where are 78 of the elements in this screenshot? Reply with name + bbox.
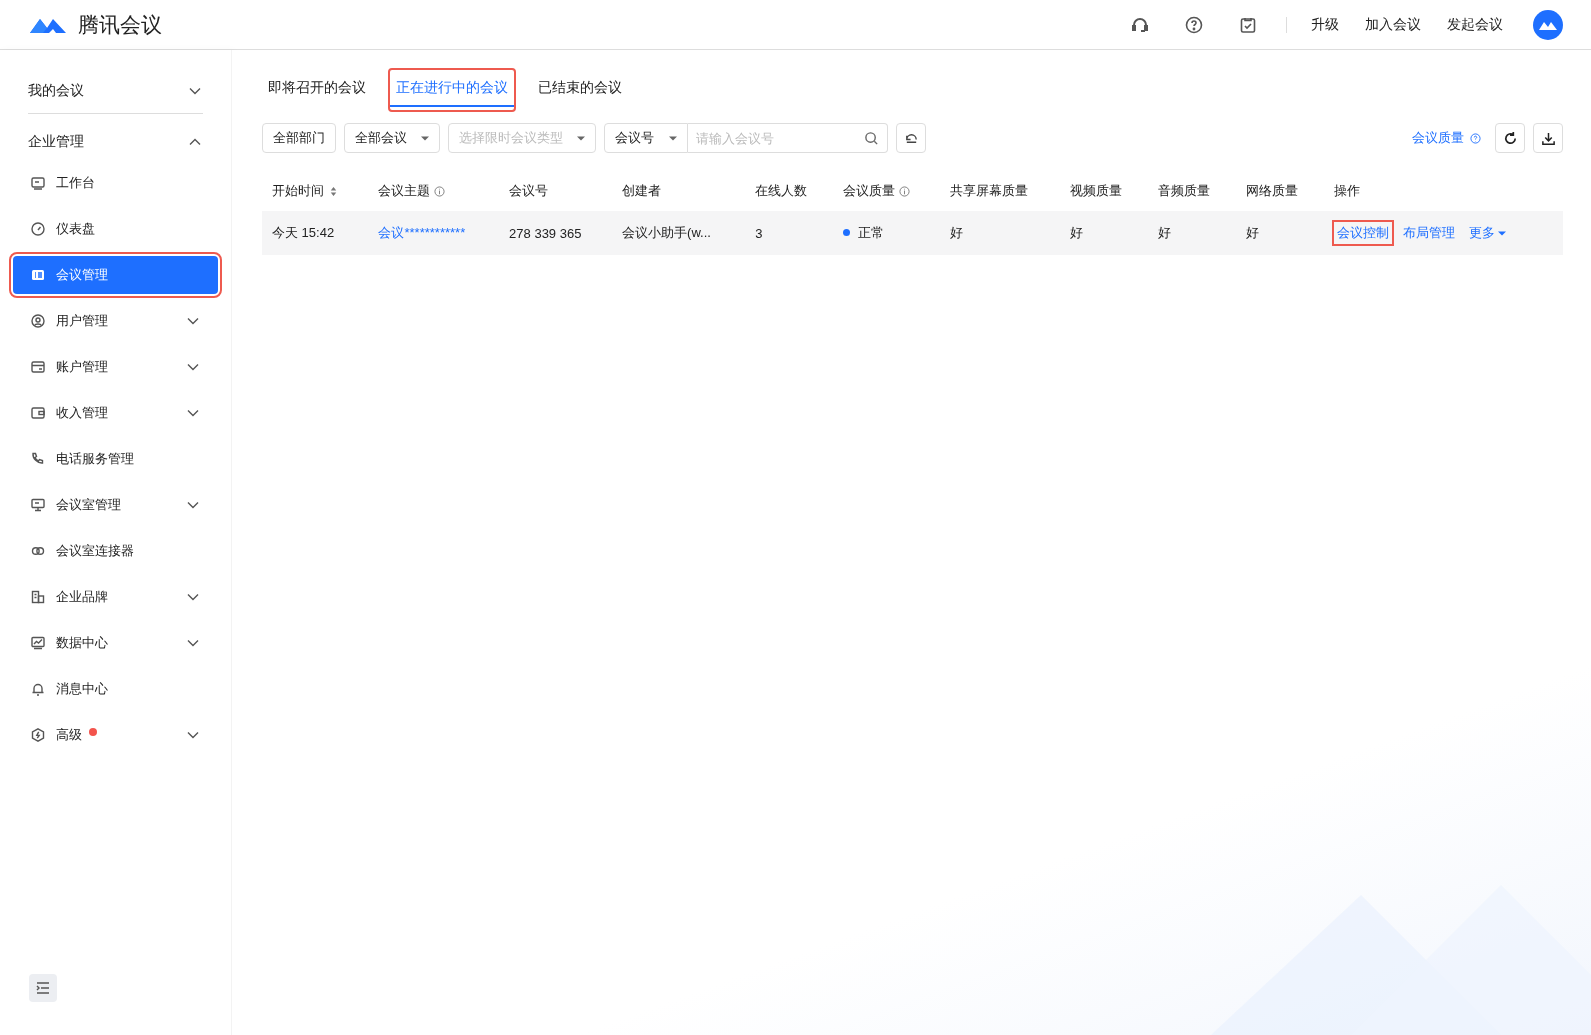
column-header: 创建者 <box>622 182 662 200</box>
monitor-icon <box>30 175 46 191</box>
action-link[interactable]: 布局管理 <box>1400 222 1459 244</box>
sidebar-item[interactable]: 仪表盘 <box>13 210 218 248</box>
info-icon <box>899 185 911 197</box>
phone-icon <box>30 451 46 467</box>
sidebar-item[interactable]: 数据中心 <box>13 624 218 662</box>
table-cell: 好 <box>1158 225 1171 240</box>
table-cell: 今天 15:42 <box>272 225 335 240</box>
collapse-sidebar-button[interactable] <box>29 974 57 1002</box>
sidebar-item[interactable]: 工作台 <box>13 164 218 202</box>
gauge-icon <box>30 221 46 237</box>
sidebar-item[interactable]: 会议室连接器 <box>13 532 218 570</box>
table-cell: 会议小助手(w... <box>622 225 711 240</box>
table-cell: 正常 <box>858 225 885 240</box>
header-link[interactable]: 加入会议 <box>1365 15 1421 34</box>
tab[interactable]: 正在进行中的会议 <box>390 73 514 107</box>
more-dropdown[interactable]: 更多 <box>1466 222 1510 244</box>
menu-icon <box>36 982 50 994</box>
brand-name: 腾讯会议 <box>78 11 162 38</box>
screen-icon <box>30 497 46 513</box>
refresh-button[interactable] <box>1495 123 1525 153</box>
sidebar-item[interactable]: 会议室管理 <box>13 486 218 524</box>
column-header: 在线人数 <box>755 182 808 200</box>
quality-link[interactable]: 会议质量 <box>1412 129 1464 147</box>
caret-icon <box>421 134 429 142</box>
column-header: 操作 <box>1334 182 1361 200</box>
department-dropdown[interactable]: 全部部门 <box>262 123 336 153</box>
table-cell: 3 <box>755 225 763 241</box>
sidebar-section[interactable]: 我的会议 <box>11 77 220 105</box>
column-header: 会议号 <box>509 182 549 200</box>
sidebar-item[interactable]: 消息中心 <box>13 670 218 708</box>
wallet-icon <box>30 405 46 421</box>
action-link[interactable]: 会议控制 <box>1334 222 1393 244</box>
refresh-icon <box>1502 130 1518 146</box>
sidebar-item[interactable]: 企业品牌 <box>13 578 218 616</box>
column-header: 网络质量 <box>1246 182 1299 200</box>
column-header: 视频质量 <box>1069 182 1122 200</box>
sidebar-item[interactable]: 用户管理 <box>13 302 218 340</box>
column-header: 音频质量 <box>1158 182 1210 200</box>
column-header[interactable]: 开始时间 <box>272 182 324 200</box>
table-cell: 好 <box>1246 225 1260 240</box>
header-link[interactable]: 发起会议 <box>1447 15 1503 34</box>
info-icon <box>434 185 446 197</box>
sidebar-item[interactable]: 收入管理 <box>13 394 218 432</box>
bell-icon <box>30 681 46 697</box>
avatar-icon[interactable] <box>1533 9 1563 40</box>
header-link[interactable]: 升级 <box>1311 15 1339 34</box>
building-icon <box>30 589 46 605</box>
caret-icon <box>577 134 585 142</box>
search-icon[interactable] <box>864 130 879 146</box>
chart-icon <box>30 635 46 651</box>
reset-button[interactable] <box>896 123 926 153</box>
table-cell: 好 <box>1069 225 1083 240</box>
caret-icon <box>669 134 677 142</box>
tab[interactable]: 已结束的会议 <box>532 73 628 107</box>
sidebar-item[interactable]: 电话服务管理 <box>13 440 218 478</box>
column-header: 共享屏幕质量 <box>949 182 1028 200</box>
list-icon <box>30 267 46 283</box>
help-icon[interactable] <box>1184 14 1204 35</box>
search-field[interactable]: 请输入会议号 <box>688 123 888 153</box>
user-icon <box>30 313 46 329</box>
tab[interactable]: 即将召开的会议 <box>262 73 372 107</box>
table-cell: 278 339 365 <box>509 225 582 241</box>
sidebar-item[interactable]: 高级 <box>13 716 218 754</box>
caret-icon <box>1498 229 1507 237</box>
shield-icon <box>30 727 46 743</box>
sort-icon[interactable] <box>328 185 339 197</box>
meeting-type-dropdown[interactable]: 全部会议 <box>344 123 440 153</box>
card-icon <box>30 359 46 375</box>
sidebar-section[interactable]: 企业管理 <box>11 128 220 156</box>
column-header: 会议主题 <box>378 182 431 200</box>
table-cell: 好 <box>949 225 963 240</box>
column-header: 会议质量 <box>843 182 896 200</box>
sidebar-item[interactable]: 账户管理 <box>13 348 218 386</box>
download-icon <box>1540 130 1556 146</box>
download-button[interactable] <box>1533 123 1563 153</box>
search-by-dropdown[interactable]: 会议号 <box>604 123 688 153</box>
